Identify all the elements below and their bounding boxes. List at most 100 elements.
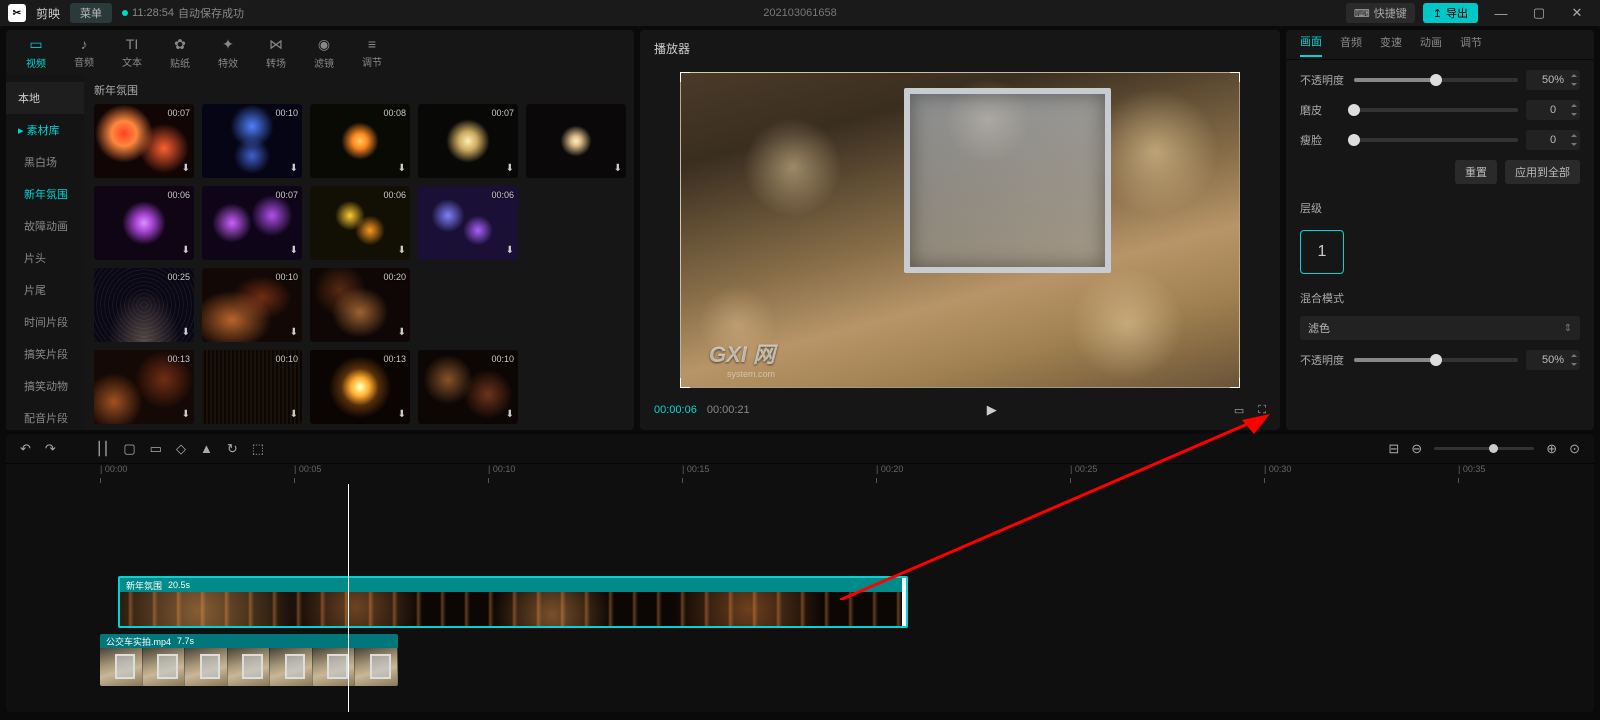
zoom-in-button[interactable]: ⊕ <box>1546 441 1557 457</box>
timeline-ruler[interactable]: | 00:00| 00:05| 00:10| 00:15| 00:20| 00:… <box>70 464 1594 484</box>
shortcuts-button[interactable]: ⌨ 快捷键 <box>1346 3 1415 23</box>
mirror-button[interactable]: ▲ <box>200 441 213 456</box>
media-tab-1[interactable]: ♪音频 <box>74 36 94 69</box>
sidebar-category-7[interactable]: 搞笑动物 <box>6 370 84 402</box>
media-thumbnail[interactable]: 00:07⬇ <box>418 104 518 178</box>
opacity2-slider[interactable] <box>1354 358 1518 362</box>
zoom-out-button[interactable]: ⊖ <box>1411 441 1422 457</box>
layer-value[interactable]: 1 <box>1300 230 1344 274</box>
player-viewport[interactable]: GXI 网 system.com <box>654 63 1266 396</box>
sidebar-local[interactable]: 本地 <box>6 82 84 114</box>
blend-select[interactable]: 滤色 <box>1300 316 1580 340</box>
sidebar-category-8[interactable]: 配音片段 <box>6 402 84 430</box>
prop-tab-1[interactable]: 音频 <box>1340 34 1362 56</box>
smooth-slider[interactable] <box>1354 108 1518 112</box>
opacity-slider[interactable] <box>1354 78 1518 82</box>
zoom-slider[interactable] <box>1434 447 1534 450</box>
media-thumbnail[interactable]: 00:06⬇ <box>310 186 410 260</box>
ratio-button[interactable]: ▭ <box>1234 404 1244 417</box>
media-thumbnail[interactable]: 00:13⬇ <box>310 350 410 424</box>
download-icon[interactable]: ⬇ <box>506 163 514 174</box>
download-icon[interactable]: ⬇ <box>614 163 622 174</box>
sidebar-category-1[interactable]: 新年氛围 <box>6 178 84 210</box>
media-thumbnail[interactable]: 00:10⬇ <box>202 104 302 178</box>
delete-right-button[interactable]: ▭ <box>150 441 162 457</box>
media-thumbnail[interactable]: 00:25⬇ <box>94 268 194 342</box>
media-tab-2[interactable]: TI文本 <box>122 36 142 69</box>
prop-tab-3[interactable]: 动画 <box>1420 34 1442 56</box>
media-thumbnail[interactable]: 00:07⬇ <box>94 104 194 178</box>
media-thumbnail[interactable]: 00:10⬇ <box>418 350 518 424</box>
sidebar-category-0[interactable]: 黑白场 <box>6 146 84 178</box>
clip-handle-right[interactable] <box>902 578 908 626</box>
media-thumbnail[interactable]: 00:13⬇ <box>94 350 194 424</box>
media-thumbnail[interactable]: 00:06⬇ <box>418 186 518 260</box>
download-icon[interactable]: ⬇ <box>506 245 514 256</box>
media-tab-4[interactable]: ✦特效 <box>218 36 238 70</box>
smooth-value[interactable]: 0 <box>1526 100 1580 120</box>
minimize-button[interactable]: — <box>1486 6 1516 21</box>
prop-tab-4[interactable]: 调节 <box>1460 34 1482 56</box>
download-icon[interactable]: ⬇ <box>290 245 298 256</box>
media-thumbnail[interactable]: 00:06⬇ <box>94 186 194 260</box>
download-icon[interactable]: ⬇ <box>398 163 406 174</box>
close-button[interactable]: ✕ <box>1562 5 1592 21</box>
download-icon[interactable]: ⬇ <box>290 409 298 420</box>
slim-value[interactable]: 0 <box>1526 130 1580 150</box>
download-icon[interactable]: ⬇ <box>398 409 406 420</box>
timeline-mode-button[interactable]: ⊟ <box>1388 441 1399 457</box>
download-icon[interactable]: ⬇ <box>290 327 298 338</box>
download-icon[interactable]: ⬇ <box>506 409 514 420</box>
media-thumbnail[interactable]: 00:08⬇ <box>310 104 410 178</box>
sidebar-category-5[interactable]: 时间片段 <box>6 306 84 338</box>
sidebar-library[interactable]: ▸ 素材库 <box>6 114 84 146</box>
fullscreen-button[interactable]: ⛶ <box>1258 404 1266 417</box>
media-tab-7[interactable]: ≡调节 <box>362 36 382 69</box>
media-tab-5[interactable]: ⋈转场 <box>266 36 286 70</box>
download-icon[interactable]: ⬇ <box>182 327 190 338</box>
download-icon[interactable]: ⬇ <box>182 245 190 256</box>
reset-button[interactable]: 重置 <box>1455 160 1497 184</box>
media-thumbnail[interactable]: 00:20⬇ <box>310 268 410 342</box>
media-thumbnail[interactable]: 00:10⬇ <box>202 268 302 342</box>
freeze-button[interactable]: ◇ <box>176 441 186 457</box>
timeline-clip-overlay[interactable]: 新年氛围 20.5s <box>118 576 908 628</box>
media-thumbnail[interactable]: 00:10⬇ <box>202 350 302 424</box>
prop-tab-2[interactable]: 变速 <box>1380 34 1402 56</box>
media-tab-6[interactable]: ◉滤镜 <box>314 36 334 70</box>
playhead[interactable] <box>348 484 349 712</box>
timeline-clip-main[interactable]: 公交车实拍.mp4 7.7s 🔊 <box>100 634 398 686</box>
sidebar-category-2[interactable]: 故障动画 <box>6 210 84 242</box>
media-tab-0[interactable]: ▭视频 <box>26 36 46 70</box>
download-icon[interactable]: ⬇ <box>182 409 190 420</box>
rotate-button[interactable]: ↻ <box>227 441 238 457</box>
play-button[interactable]: ▶ <box>987 402 997 418</box>
download-icon[interactable]: ⬇ <box>398 245 406 256</box>
download-icon[interactable]: ⬇ <box>290 163 298 174</box>
download-icon[interactable]: ⬇ <box>182 163 190 174</box>
sidebar-category-6[interactable]: 搞笑片段 <box>6 338 84 370</box>
undo-button[interactable]: ↶ <box>20 441 31 457</box>
delete-left-button[interactable]: ▢ <box>123 441 135 457</box>
sidebar-category-3[interactable]: 片头 <box>6 242 84 274</box>
apply-all-button[interactable]: 应用到全部 <box>1505 160 1580 184</box>
zoom-fit-button[interactable]: ⊙ <box>1569 441 1580 457</box>
menu-button[interactable]: 菜单 <box>70 3 112 23</box>
media-thumbnail[interactable]: ⬇ <box>526 104 626 178</box>
slim-slider[interactable] <box>1354 138 1518 142</box>
app-name: 剪映 <box>36 5 60 22</box>
media-thumbnail[interactable]: 00:07⬇ <box>202 186 302 260</box>
crop-button[interactable]: ⬚ <box>252 441 264 457</box>
prop-tab-0[interactable]: 画面 <box>1300 33 1322 57</box>
sidebar-category-4[interactable]: 片尾 <box>6 274 84 306</box>
opacity-value[interactable]: 50% <box>1526 70 1580 90</box>
media-tab-3[interactable]: ✿贴纸 <box>170 36 190 70</box>
export-button[interactable]: ↥ 导出 <box>1423 3 1478 23</box>
split-button[interactable]: ⎮⎮ <box>96 441 110 457</box>
opacity2-value[interactable]: 50% <box>1526 350 1580 370</box>
download-icon[interactable]: ⬇ <box>398 327 406 338</box>
redo-button[interactable]: ↷ <box>45 441 56 457</box>
maximize-button[interactable]: ▢ <box>1524 5 1554 21</box>
smooth-label: 磨皮 <box>1300 102 1346 118</box>
timeline-tracks[interactable]: 新年氛围 20.5s 公交车实拍.mp4 7.7s 🔊 <box>6 484 1594 712</box>
